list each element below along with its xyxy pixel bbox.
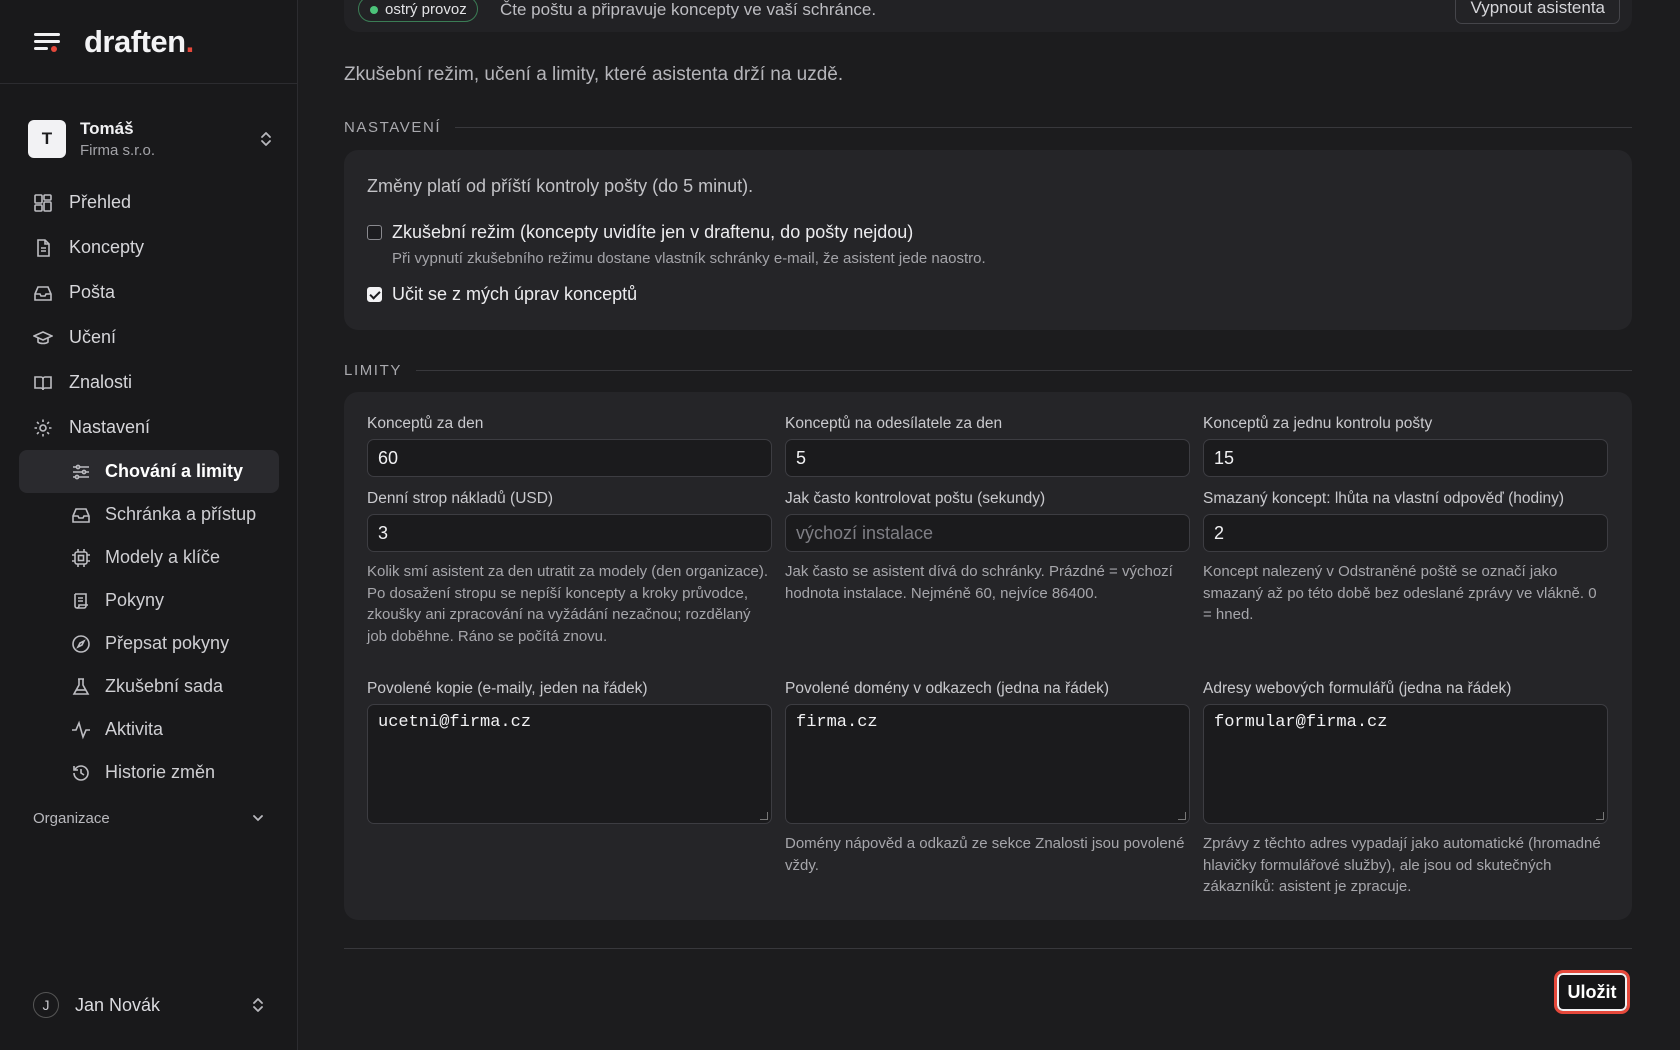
resize-handle[interactable] [1596, 812, 1604, 820]
drafts-per-day-input[interactable]: 60 [367, 439, 772, 477]
learn-row: Učit se z mých úprav konceptů [367, 284, 637, 305]
learn-label[interactable]: Učit se z mých úprav konceptů [392, 284, 637, 305]
field-check-interval: Jak často kontrolovat poštu (sekundy) vý… [785, 490, 1190, 604]
form-addresses-help: Zprávy z těchto adres vypadají jako auto… [1203, 835, 1601, 895]
check-interval-help: Jak často se asistent dívá do schránky. … [785, 563, 1173, 602]
chevrons-up-down-icon [259, 130, 273, 148]
subnav-item-modely-a-klice[interactable]: Modely a klíče [19, 536, 279, 579]
field-daily-cost: Denní strop nákladů (USD) 3 Kolik smí as… [367, 490, 772, 647]
graduation-cap-icon [33, 328, 53, 348]
nav-item-koncepty[interactable]: Koncepty [0, 225, 298, 270]
learn-checkbox[interactable] [367, 287, 382, 302]
nav-item-nastaveni[interactable]: Nastavení [0, 405, 298, 450]
trial-mode-hint: Při vypnutí zkušebního režimu dostane vl… [392, 250, 986, 267]
scroll-icon [71, 591, 91, 611]
resize-handle[interactable] [1178, 812, 1186, 820]
allowed-domains-textarea[interactable]: firma.cz [785, 704, 1190, 824]
daily-cost-input[interactable]: 3 [367, 514, 772, 552]
section-title-settings: NASTAVENÍ [344, 119, 1632, 136]
account-avatar: T [28, 120, 66, 158]
activity-icon [71, 720, 91, 740]
field-drafts-per-day: Konceptů za den 60 [367, 415, 772, 477]
field-form-addresses: Adresy webových formulářů (jedna na řáde… [1203, 680, 1608, 898]
status-text: Čte poštu a připravuje koncepty ve vaší … [500, 0, 877, 19]
nav-item-znalosti[interactable]: Znalosti [0, 360, 298, 405]
settings-card: Změny platí od příští kontroly pošty (do… [344, 150, 1632, 330]
nav-item-prehled[interactable]: Přehled [0, 180, 298, 225]
page-subtitle: Zkušební režim, učení a limity, které as… [344, 64, 844, 85]
user-avatar: J [33, 992, 59, 1018]
account-org: Firma s.r.o. [80, 142, 156, 159]
book-icon [33, 373, 53, 393]
chevrons-up-down-icon [251, 996, 265, 1014]
main-content: ostrý provoz Čte poštu a připravuje konc… [298, 0, 1680, 1050]
nav-item-posta[interactable]: Pošta [0, 270, 298, 315]
organization-section-toggle[interactable]: Organizace [33, 810, 265, 827]
check-interval-input[interactable]: výchozí instalace [785, 514, 1190, 552]
trial-mode-label[interactable]: Zkušební režim (koncepty uvidíte jen v d… [392, 222, 986, 243]
drafts-per-check-input[interactable]: 15 [1203, 439, 1608, 477]
flask-icon [71, 677, 91, 697]
deleted-draft-input[interactable]: 2 [1203, 514, 1608, 552]
resize-handle[interactable] [760, 812, 768, 820]
settings-note: Změny platí od příští kontroly pošty (do… [367, 176, 754, 196]
field-drafts-per-check: Konceptů za jednu kontrolu pošty 15 [1203, 415, 1608, 477]
subnav-item-aktivita[interactable]: Aktivita [19, 708, 279, 751]
footer-divider [344, 948, 1632, 949]
history-icon [71, 763, 91, 783]
status-badge: ostrý provoz [358, 0, 478, 22]
inbox-icon [71, 505, 91, 525]
chip-icon [71, 548, 91, 568]
deleted-draft-help: Koncept nalezený v Odstraněné poště se o… [1203, 563, 1597, 623]
main-nav: Přehled Koncepty Pošta Učení Znalosti Na… [0, 180, 298, 794]
field-drafts-per-sender: Konceptů na odesílatele za den 5 [785, 415, 1190, 477]
dashboard-icon [33, 193, 53, 213]
trial-mode-row: Zkušební režim (koncepty uvidíte jen v d… [367, 222, 986, 267]
account-switcher[interactable]: T Tomáš Firma s.r.o. [28, 116, 273, 162]
sliders-icon [71, 462, 91, 482]
user-name: Jan Novák [75, 994, 161, 1015]
subnav-item-prepsat-pokyny[interactable]: Přepsat pokyny [19, 622, 279, 665]
form-addresses-textarea[interactable]: formular@firma.cz [1203, 704, 1608, 824]
allowed-cc-textarea[interactable]: ucetni@firma.cz [367, 704, 772, 824]
chevron-down-icon [251, 810, 265, 827]
disable-assistant-button[interactable]: Vypnout asistenta [1455, 0, 1620, 24]
account-name: Tomáš [80, 119, 134, 138]
allowed-domains-help: Domény nápověd a odkazů ze sekce Znalost… [785, 835, 1185, 874]
subnav-item-pokyny[interactable]: Pokyny [19, 579, 279, 622]
assistant-status-bar: ostrý provoz Čte poštu a připravuje konc… [344, 0, 1632, 32]
save-button[interactable]: Uložit [1554, 970, 1630, 1014]
field-allowed-domains: Povolené domény v odkazech (jedna na řád… [785, 680, 1190, 876]
trial-mode-checkbox[interactable] [367, 225, 382, 240]
document-icon [33, 238, 53, 258]
drafts-per-sender-input[interactable]: 5 [785, 439, 1190, 477]
subnav-item-schranka-a-pristup[interactable]: Schránka a přístup [19, 493, 279, 536]
field-allowed-cc: Povolené kopie (e-maily, jeden na řádek)… [367, 680, 772, 824]
section-title-limits: LIMITY [344, 362, 1632, 379]
inbox-icon [33, 283, 53, 303]
limits-card: Konceptů za den 60 Konceptů na odesílate… [344, 392, 1632, 920]
menu-icon[interactable] [34, 31, 60, 53]
subnav-item-zkusebni-sada[interactable]: Zkušební sada [19, 665, 279, 708]
subnav-item-chovani-a-limity[interactable]: Chování a limity [19, 450, 279, 493]
field-deleted-draft: Smazaný koncept: lhůta na vlastní odpově… [1203, 490, 1608, 626]
brand-logo[interactable]: draften. [84, 24, 194, 60]
gear-icon [33, 418, 53, 438]
brand-header: draften. [0, 0, 297, 84]
compass-icon [71, 634, 91, 654]
daily-cost-help: Kolik smí asistent za den utratit za mod… [367, 563, 769, 645]
nav-item-uceni[interactable]: Učení [0, 315, 298, 360]
subnav-item-historie-zmen[interactable]: Historie změn [19, 751, 279, 794]
sidebar: draften. T Tomáš Firma s.r.o. Přehled Ko… [0, 0, 298, 1050]
user-menu[interactable]: J Jan Novák [33, 992, 265, 1018]
